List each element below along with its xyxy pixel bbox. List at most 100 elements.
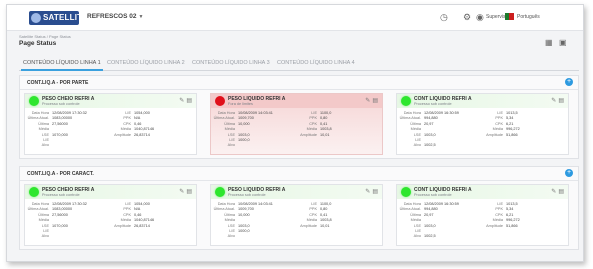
metric-value: 10/08/2009 14:03:41 xyxy=(238,111,273,115)
metric-value: 10,000 xyxy=(238,212,250,217)
card-metrics-right: LIE 1100,0 PPK 0,80 CPK 0,41 Média 1003,8 Amplit… xyxy=(295,111,332,138)
status-card[interactable]: PESO CHEIO REFRI A Processo sob controle ✎… xyxy=(24,184,197,246)
metric-value: 27,56000 xyxy=(52,121,68,126)
status-card[interactable]: CONT LIQUIDO REFRI A Processo sob control… xyxy=(396,93,569,155)
edit-icon[interactable]: ✎ xyxy=(365,98,370,104)
card-actions: ✎ ▤ xyxy=(363,188,378,195)
tab-linha-1[interactable]: CONTEÚDO LÍQUIDO LINHA 1 xyxy=(21,60,103,71)
card-status-text: Processo sob controle xyxy=(42,193,80,197)
card-status-text: Processo sob controle xyxy=(414,102,452,106)
card-status-text: Processo sob controle xyxy=(42,102,80,106)
metric-value: 1002,5 xyxy=(424,143,436,148)
metric-value: 1070,000 xyxy=(52,132,68,137)
chart-icon[interactable]: ▤ xyxy=(558,189,564,195)
metric-row: Alvo xyxy=(27,234,87,239)
chart-icon[interactable]: ▤ xyxy=(372,189,378,195)
metric-label: Alvo xyxy=(413,143,421,148)
metric-value: 1009,700 xyxy=(238,116,254,121)
chart-icon[interactable]: ▤ xyxy=(186,189,192,195)
metric-value: 1013,5 xyxy=(506,111,518,115)
status-card[interactable]: PESO LIQUIDO REFRI A Fora de limites ✎ ▤ Dat… xyxy=(210,93,383,155)
section-divider xyxy=(20,180,578,181)
metric-value: 26,83714 xyxy=(134,132,150,137)
edit-icon[interactable]: ✎ xyxy=(551,98,556,104)
metric-value: 10,01 xyxy=(320,223,330,228)
metric-value: N/A xyxy=(134,207,141,212)
chart-icon[interactable]: ▤ xyxy=(186,98,192,104)
edit-icon[interactable]: ✎ xyxy=(179,98,184,104)
edit-icon[interactable]: ✎ xyxy=(551,189,556,195)
card-header: CONT LIQUIDO REFRI A Processo sob control… xyxy=(397,185,568,199)
card-metrics-left: Data Hora 12/08/2009 17:30:32 Última Atual… xyxy=(27,202,87,240)
status-indicator xyxy=(401,187,411,197)
section-panel: CONT.LIQ.A - POR CARACT. + PESO CHEIO REFR… xyxy=(19,166,579,250)
chart-icon[interactable]: ▤ xyxy=(372,98,378,104)
satellite-icon xyxy=(31,13,41,23)
card-metrics-left: Data Hora 10/08/2009 14:03:41 Última Atual… xyxy=(213,202,273,240)
status-card[interactable]: PESO LIQUIDO REFRI A Processo sob control… xyxy=(210,184,383,246)
chart-icon[interactable]: ▤ xyxy=(558,98,564,104)
status-indicator xyxy=(29,187,39,197)
card-body: Data Hora 10/08/2009 14:03:41 Última Atual… xyxy=(211,108,382,154)
metric-value: 6,21 xyxy=(506,121,514,126)
metric-value: 20,97 xyxy=(424,212,434,217)
calendar-icon[interactable]: ▣ xyxy=(559,38,567,47)
brand-logo[interactable]: SATELLITE xyxy=(29,11,88,25)
metric-row: Amplitude 51,866 xyxy=(481,133,520,138)
metric-label: Amplitude xyxy=(486,132,503,137)
metric-value: 1003,0 xyxy=(424,132,436,137)
edit-icon[interactable]: ✎ xyxy=(365,189,370,195)
metric-value: 1013,5 xyxy=(506,202,518,206)
edit-icon[interactable]: ✎ xyxy=(179,189,184,195)
metric-value: 1040,87146 xyxy=(134,127,155,132)
card-header: PESO CHEIO REFRI A Processo sob controle ✎… xyxy=(25,185,196,199)
metric-value: 0,41 xyxy=(320,121,328,126)
metric-row: Alvo xyxy=(213,234,273,239)
line-selector[interactable]: REFRESCOS 02 ▼ xyxy=(87,13,143,20)
metric-label: Amplitude xyxy=(486,223,503,228)
metric-value: 0,80 xyxy=(320,116,328,121)
tab-bar: CONTEÚDO LÍQUIDO LINHA 1 CONTEÚDO LÍQUID… xyxy=(19,57,579,71)
metric-value: 1002,5 xyxy=(424,234,436,239)
metric-value: 1000,0 xyxy=(238,138,250,143)
metric-label: Amplitude xyxy=(114,132,131,137)
metric-value: 10,000 xyxy=(238,121,250,126)
metric-value: 1003,0 xyxy=(424,223,436,228)
add-icon[interactable]: + xyxy=(565,169,573,177)
language-selector[interactable]: Português xyxy=(517,14,540,20)
metric-value: N/A xyxy=(134,116,141,121)
metric-row: Amplitude 26,83714 xyxy=(109,224,154,229)
card-metrics-left: Data Hora 12/08/2009 16:30:59 Última Atual… xyxy=(399,202,459,240)
status-card[interactable]: CONT LIQUIDO REFRI A Processo sob control… xyxy=(396,184,569,246)
page-title: Page Status xyxy=(19,40,57,47)
card-body: Data Hora 10/08/2009 14:03:41 Última Atual… xyxy=(211,199,382,245)
gear-icon[interactable]: ⚙ xyxy=(463,12,471,22)
grid-view-icon[interactable]: ▦ xyxy=(545,38,553,47)
tab-linha-2[interactable]: CONTEÚDO LÍQUIDO LINHA 2 xyxy=(107,60,185,66)
metric-label: Alvo xyxy=(41,143,49,148)
card-status-text: Processo sob controle xyxy=(228,193,266,197)
card-header: PESO LIQUIDO REFRI A Processo sob control… xyxy=(211,185,382,199)
card-metrics-right: LIE 1013,5 PPK 5,34 CPK 6,21 Média 996,272 Ampli… xyxy=(481,202,520,229)
card-body: Data Hora 12/08/2009 17:30:32 Última Atual… xyxy=(25,199,196,245)
card-body: Data Hora 12/08/2009 16:30:59 Última Atual… xyxy=(397,199,568,245)
metric-label: Alvo xyxy=(41,234,49,239)
tab-linha-4[interactable]: CONTEÚDO LÍQUIDO LINHA 4 xyxy=(277,60,355,66)
status-card[interactable]: PESO CHEIO REFRI A Processo sob controle ✎… xyxy=(24,93,197,155)
card-status-text: Fora de limites xyxy=(228,102,253,106)
metric-value: 5,34 xyxy=(506,207,514,212)
metric-value: 5,34 xyxy=(506,116,514,121)
clock-icon[interactable]: ◷ xyxy=(440,12,448,22)
metric-label: Amplitude xyxy=(114,223,131,228)
card-metrics-right: LIE 1054,000 PPK N/A CPK 0,46 Média 1040,87146 A… xyxy=(109,111,154,138)
tab-linha-3[interactable]: CONTEÚDO LÍQUIDO LINHA 3 xyxy=(192,60,270,66)
metric-value: 1054,000 xyxy=(134,202,150,206)
user-icon[interactable]: ◉ xyxy=(476,12,484,22)
metric-value: 0,41 xyxy=(320,212,328,217)
app-window: SATELLITE REFRESCOS 02 ▼ ◷ ⚙ ◉ Supervisor… xyxy=(6,4,584,262)
card-body: Data Hora 12/08/2009 16:30:59 Última Atual… xyxy=(397,108,568,154)
metric-value: 51,866 xyxy=(506,223,518,228)
card-actions: ✎ ▤ xyxy=(363,97,378,104)
add-icon[interactable]: + xyxy=(565,78,573,86)
metric-value: 1100,0 xyxy=(320,111,332,115)
